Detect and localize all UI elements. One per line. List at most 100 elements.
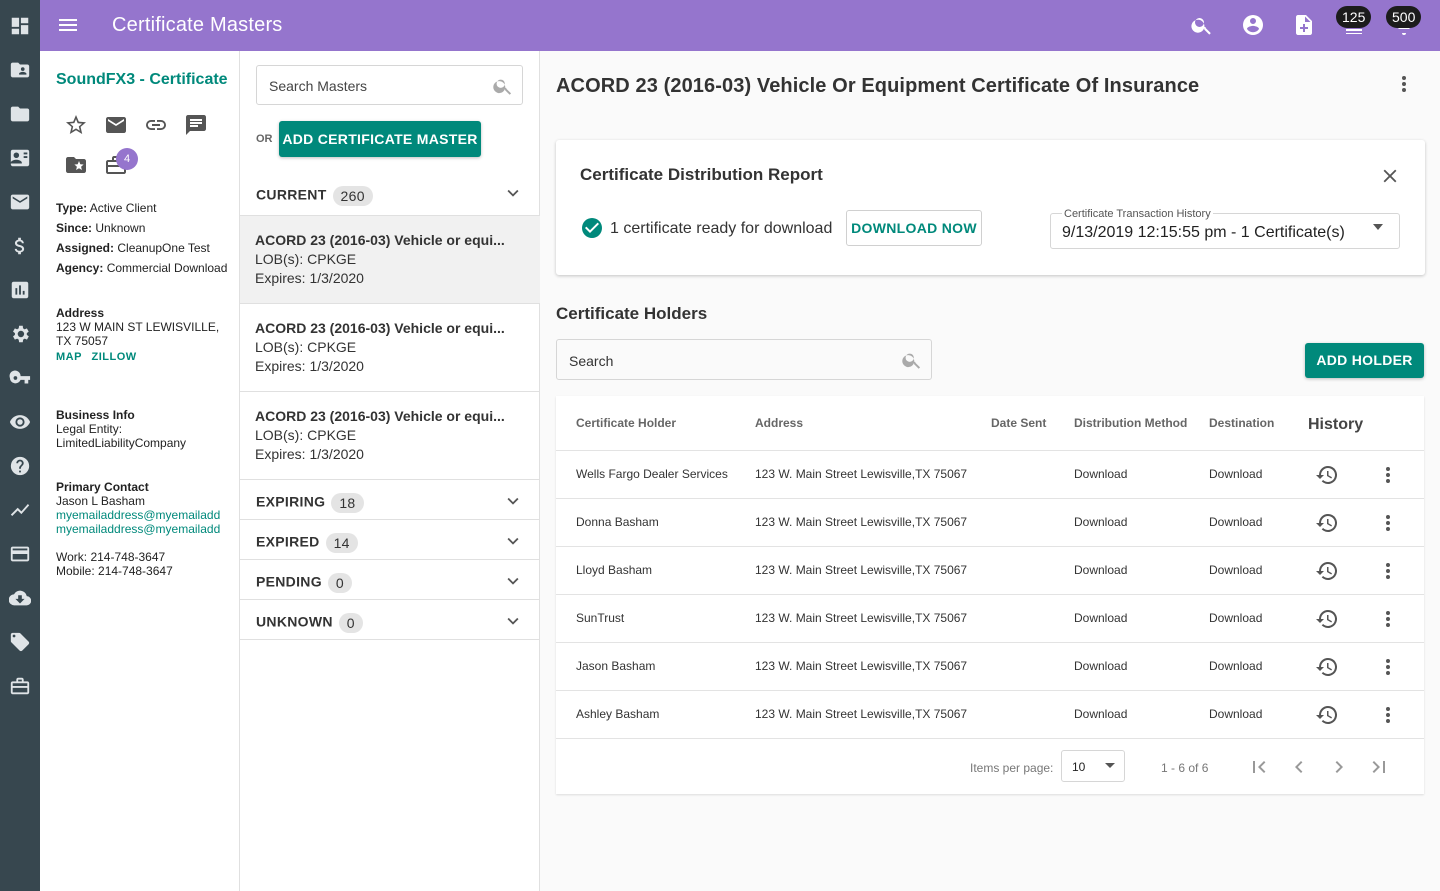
eye-icon[interactable]: [0, 400, 40, 444]
chevron-down-icon[interactable]: [502, 490, 524, 512]
table-row[interactable]: Donna Basham 123 W. Main Street Lewisvill…: [556, 498, 1424, 546]
chevron-down-icon[interactable]: [502, 182, 524, 204]
expiring-count: 18: [331, 493, 364, 513]
zillow-link[interactable]: ZILLOW: [92, 351, 137, 363]
client-name[interactable]: SoundFX3 - Certificate: [56, 71, 228, 89]
distribution-report-card: Certificate Distribution Report 1 certif…: [556, 140, 1425, 275]
more-vert-icon[interactable]: [1376, 703, 1400, 727]
more-vert-icon[interactable]: [1376, 559, 1400, 583]
link-icon[interactable]: [144, 113, 168, 137]
table-row[interactable]: Jason Basham 123 W. Main Street Lewisvill…: [556, 642, 1424, 690]
contact-card-icon[interactable]: [0, 136, 40, 180]
notifications-badge[interactable]: 500: [1386, 6, 1422, 28]
credit-card-icon[interactable]: [0, 532, 40, 576]
list-item[interactable]: ACORD 23 (2016-03) Vehicle or equi... LO…: [240, 304, 540, 392]
contact-email-2[interactable]: myemailaddress@myemailadd: [56, 522, 220, 536]
trending-icon[interactable]: [0, 488, 40, 532]
holders-search-input[interactable]: Search: [556, 339, 932, 380]
history-icon[interactable]: [1315, 559, 1339, 583]
history-icon[interactable]: [1315, 463, 1339, 487]
cell-method: Download: [1074, 659, 1128, 673]
table-row[interactable]: Ashley Basham 123 W. Main Street Lewisvil…: [556, 690, 1424, 738]
contact-name: Jason L Basham: [56, 494, 145, 508]
tag-icon[interactable]: [0, 620, 40, 664]
cell-method: Download: [1074, 515, 1128, 529]
account-icon[interactable]: [1241, 13, 1265, 37]
column-header-holder[interactable]: Certificate Holder: [576, 416, 676, 430]
cell-address: 123 W. Main Street Lewisville,TX 75067: [755, 467, 968, 481]
chevron-down-icon[interactable]: [502, 570, 524, 592]
key-icon[interactable]: [0, 356, 40, 400]
history-icon[interactable]: [1315, 655, 1339, 679]
add-holder-button[interactable]: ADD HOLDER: [1305, 343, 1424, 378]
more-vert-icon[interactable]: [1392, 72, 1416, 96]
masters-search-input[interactable]: Search Masters: [256, 65, 523, 105]
list-item[interactable]: ACORD 23 (2016-03) Vehicle or equi... LO…: [240, 392, 540, 480]
section-pending[interactable]: PENDING 0: [240, 560, 540, 600]
star-icon[interactable]: [64, 113, 88, 137]
table-row[interactable]: SunTrust 123 W. Main Street Lewisville,TX…: [556, 594, 1424, 642]
more-vert-icon[interactable]: [1376, 655, 1400, 679]
contact-email-1[interactable]: myemailaddress@myemailadd: [56, 508, 220, 522]
more-vert-icon[interactable]: [1376, 607, 1400, 631]
topbar: Certificate Masters 125 500: [40, 0, 1440, 51]
current-count: 260: [332, 186, 373, 206]
column-header-address[interactable]: Address: [755, 416, 803, 430]
more-vert-icon[interactable]: [1376, 463, 1400, 487]
cell-address: 123 W. Main Street Lewisville,TX 75067: [755, 611, 968, 625]
section-expired[interactable]: EXPIRED 14: [240, 520, 540, 560]
search-icon[interactable]: [1190, 13, 1214, 37]
mail-icon[interactable]: [0, 180, 40, 224]
more-vert-icon[interactable]: [1376, 511, 1400, 535]
message-icon[interactable]: [184, 113, 208, 137]
legal-entity-label: Legal Entity:: [56, 422, 123, 436]
holders-table: Certificate Holder Address Date Sent Dis…: [556, 396, 1424, 794]
download-now-button[interactable]: DOWNLOAD NOW: [846, 210, 982, 246]
add-certificate-master-button[interactable]: ADD CERTIFICATE MASTER: [279, 121, 481, 157]
chevron-down-icon[interactable]: [502, 530, 524, 552]
section-expiring[interactable]: EXPIRING 18: [240, 480, 540, 520]
bar-chart-icon[interactable]: [0, 268, 40, 312]
close-icon[interactable]: [1379, 165, 1401, 187]
next-page-icon[interactable]: [1327, 755, 1351, 779]
cell-destination: Download: [1209, 707, 1263, 721]
first-page-icon[interactable]: [1247, 755, 1271, 779]
contact-work-phone: Work: 214-748-3647: [56, 550, 166, 564]
history-icon[interactable]: [1315, 607, 1339, 631]
cloud-download-icon[interactable]: [0, 576, 40, 620]
help-icon[interactable]: [0, 444, 40, 488]
new-document-icon[interactable]: [1292, 13, 1316, 37]
history-icon[interactable]: [1315, 511, 1339, 535]
list-item[interactable]: ACORD 23 (2016-03) Vehicle or equi... LO…: [240, 216, 540, 304]
previous-page-icon[interactable]: [1287, 755, 1311, 779]
map-link[interactable]: MAP: [56, 351, 82, 363]
tasks-badge[interactable]: 125: [1336, 6, 1372, 28]
section-unknown[interactable]: UNKNOWN 0: [240, 600, 540, 640]
folder-icon[interactable]: [0, 92, 40, 136]
contacts-folder-icon[interactable]: [0, 48, 40, 92]
column-header-date-sent[interactable]: Date Sent: [991, 416, 1046, 430]
briefcase-icon[interactable]: [0, 664, 40, 708]
settings-icon[interactable]: [0, 312, 40, 356]
table-row[interactable]: Lloyd Basham 123 W. Main Street Lewisvill…: [556, 546, 1424, 594]
chevron-down-icon[interactable]: [502, 610, 524, 632]
folder-star-icon[interactable]: [64, 153, 88, 177]
history-icon[interactable]: [1315, 703, 1339, 727]
section-current[interactable]: CURRENT 260: [240, 173, 540, 216]
menu-icon[interactable]: [56, 13, 80, 37]
column-header-destination[interactable]: Destination: [1209, 416, 1274, 430]
dropdown-arrow-icon[interactable]: [1373, 224, 1383, 230]
page-range: 1 - 6 of 6: [1161, 761, 1209, 775]
holders-search-placeholder: Search: [569, 353, 614, 369]
cell-address: 123 W. Main Street Lewisville,TX 75067: [755, 563, 968, 577]
page-size-select[interactable]: 10: [1061, 750, 1125, 782]
column-header-method[interactable]: Distribution Method: [1074, 416, 1187, 430]
last-page-icon[interactable]: [1367, 755, 1391, 779]
dashboard-icon[interactable]: [0, 4, 40, 48]
table-row[interactable]: Wells Fargo Dealer Services 123 W. Main S…: [556, 450, 1424, 498]
email-icon[interactable]: [104, 113, 128, 137]
holders-title: Certificate Holders: [556, 304, 708, 323]
dollar-icon[interactable]: [0, 224, 40, 268]
cell-holder: Lloyd Basham: [576, 563, 653, 577]
contact-label: Primary Contact: [56, 480, 149, 494]
